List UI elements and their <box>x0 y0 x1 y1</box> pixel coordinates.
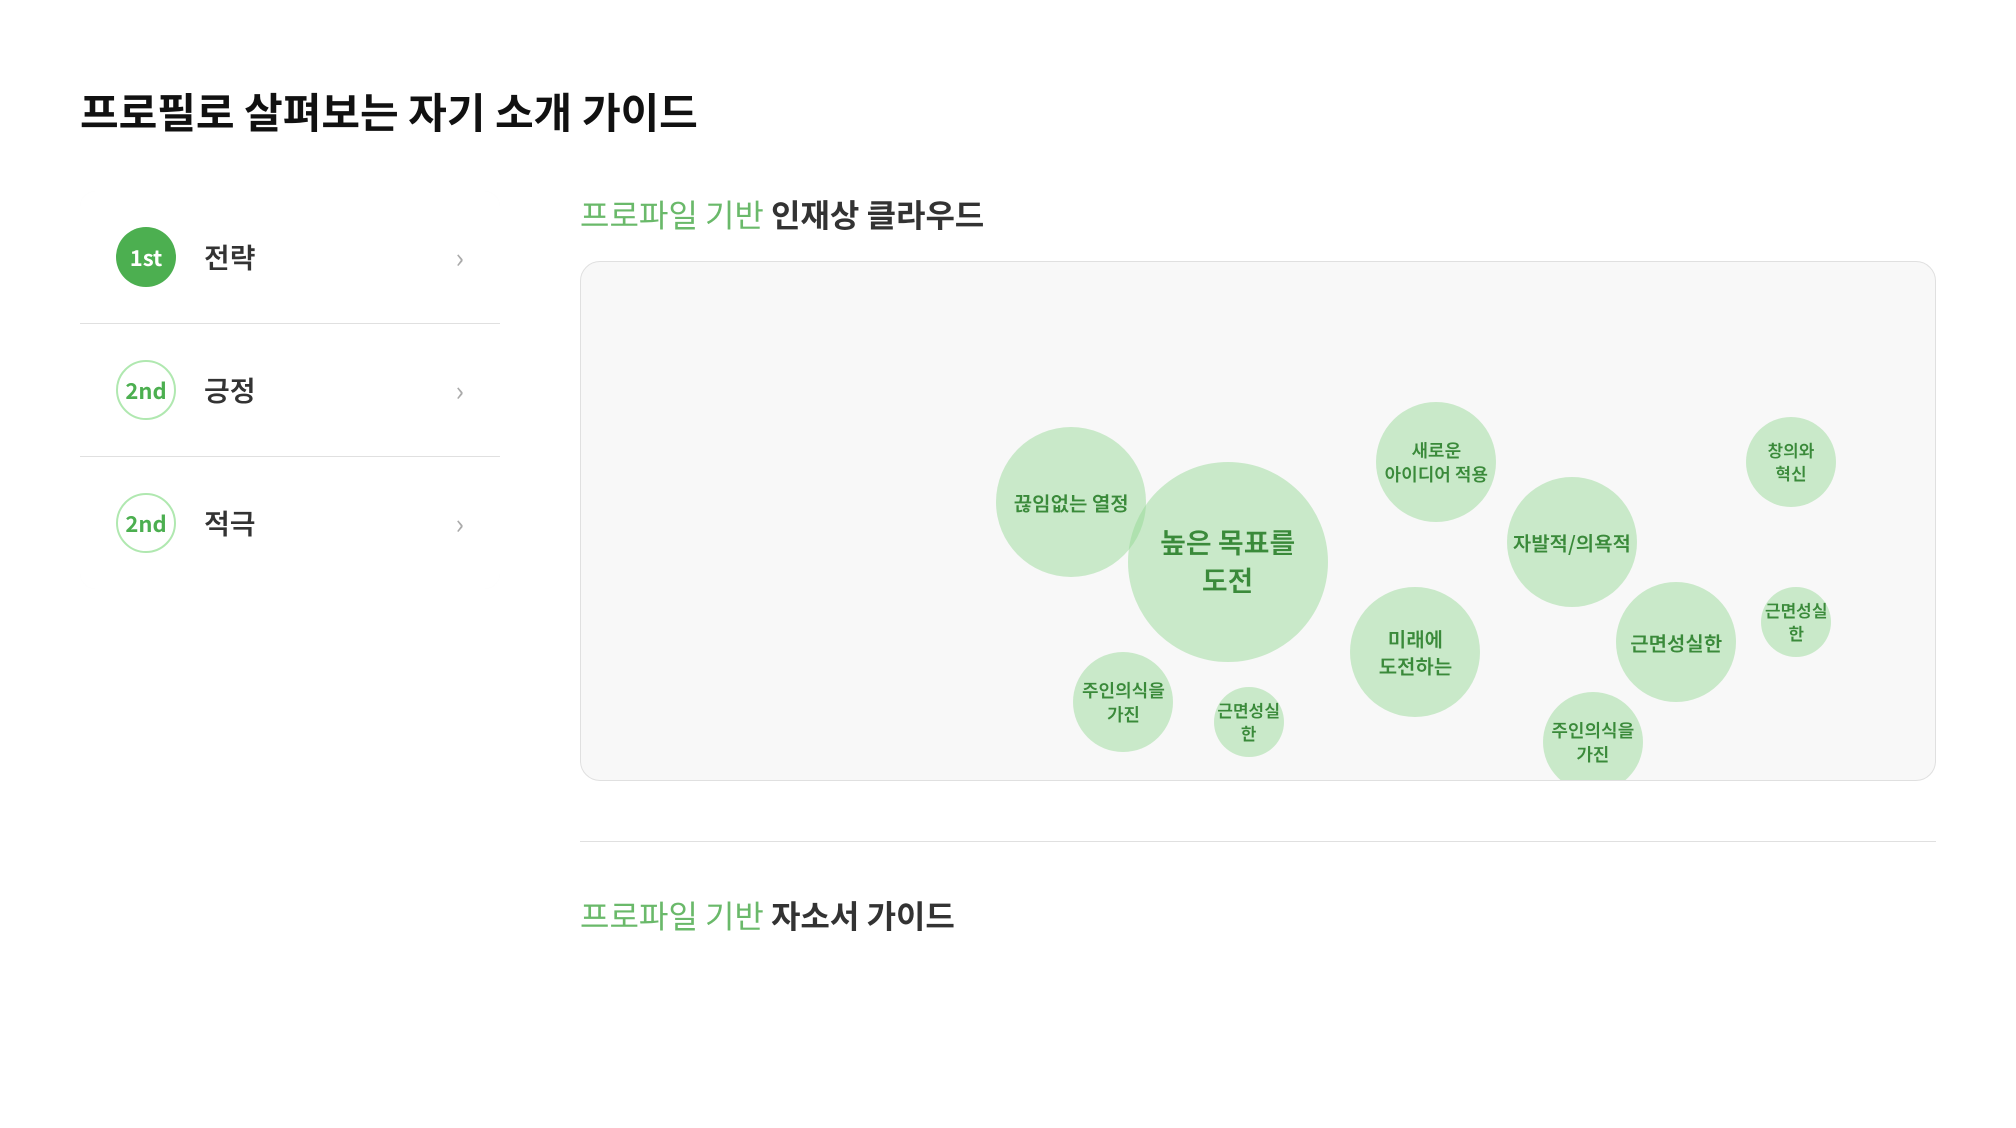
cloud-section-title: 프로파일 기반 인재상 클라우드 <box>580 191 1936 237</box>
section-divider <box>580 841 1936 842</box>
page-title: 프로필로 살펴보는 자기 소개 가이드 <box>80 80 1936 141</box>
sidebar-item-strategy[interactable]: 1st 전략 › <box>80 191 500 324</box>
sidebar-label-strategy: 전략 <box>204 237 456 277</box>
bubble-chart: 높은 목표를도전끊임없는 열정새로운아이디어 적용자발적/의욕적미래에도전하는근… <box>580 261 1936 781</box>
rank-badge-1: 1st <box>116 227 176 287</box>
sidebar-item-positive[interactable]: 2nd 긍정 › <box>80 324 500 457</box>
bubble-b6: 근면성실한 <box>1616 582 1736 702</box>
bubble-b5: 미래에도전하는 <box>1350 587 1480 717</box>
bubble-b4: 자발적/의욕적 <box>1507 477 1637 607</box>
chevron-right-icon-2: › <box>456 370 464 410</box>
bubble-b1: 높은 목표를도전 <box>1128 462 1328 662</box>
bubble-b9: 주인의식을가진 <box>1073 652 1173 752</box>
bubble-b7: 주인의식을가진 <box>1543 692 1643 781</box>
sidebar: 1st 전략 › 2nd 긍정 › 2nd 적극 › <box>80 191 500 589</box>
chevron-right-icon-1: › <box>456 237 464 277</box>
main-content: 1st 전략 › 2nd 긍정 › 2nd 적극 › 프로파일 기반 인재상 클… <box>80 191 1936 938</box>
chevron-right-icon-3: › <box>456 503 464 543</box>
bubble-b3: 새로운아이디어 적용 <box>1376 402 1496 522</box>
bubble-b8: 근면성실한 <box>1214 687 1284 757</box>
right-content: 프로파일 기반 인재상 클라우드 높은 목표를도전끊임없는 열정 새로운아이디어 … <box>580 191 1936 938</box>
sidebar-label-positive: 긍정 <box>204 370 456 410</box>
bubble-b2: 끊임없는 열정 <box>996 427 1146 577</box>
guide-section-title: 프로파일 기반 자소서 가이드 <box>580 892 1936 938</box>
rank-badge-2: 2nd <box>116 360 176 420</box>
bubble-b11: 근면성실한 <box>1761 587 1831 657</box>
bubble-b10: 창의와혁신 <box>1746 417 1836 507</box>
rank-badge-3: 2nd <box>116 493 176 553</box>
sidebar-item-active[interactable]: 2nd 적극 › <box>80 457 500 589</box>
sidebar-label-active: 적극 <box>204 503 456 543</box>
